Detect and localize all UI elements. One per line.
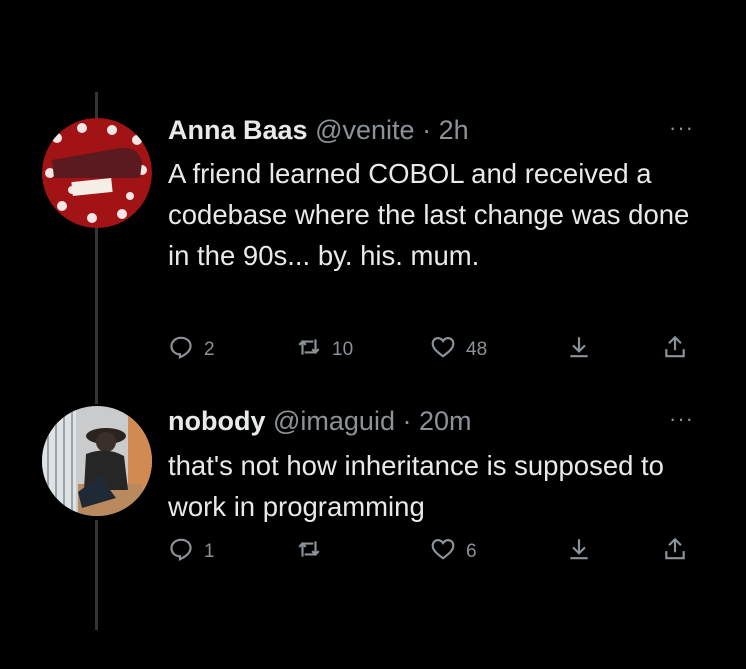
tweet-header: nobody @imaguid · 20m <box>168 404 472 438</box>
download-button[interactable] <box>566 330 592 370</box>
like-count: 48 <box>466 339 488 360</box>
timestamp[interactable]: 2h <box>439 115 469 145</box>
separator: · <box>402 406 412 436</box>
thread-line-bottom <box>95 520 98 630</box>
reply-icon <box>168 536 194 568</box>
download-button[interactable] <box>566 532 592 572</box>
retweet-icon <box>296 536 322 568</box>
share-icon <box>662 334 688 366</box>
more-options-icon[interactable]: ··· <box>669 406 694 432</box>
tweet-text: A friend learned COBOL and received a co… <box>168 158 690 271</box>
download-icon <box>566 536 592 568</box>
like-count: 6 <box>466 541 477 562</box>
download-icon <box>566 334 592 366</box>
like-button[interactable]: 48 <box>430 330 487 370</box>
thread-line-middle <box>95 224 98 404</box>
display-name[interactable]: nobody <box>168 406 265 436</box>
retweet-count: 10 <box>332 339 354 360</box>
retweet-button[interactable]: 10 <box>296 330 353 370</box>
like-icon <box>430 334 456 366</box>
tweet-actions: 1 6 <box>168 532 708 572</box>
tweet-actions: 2 10 48 <box>168 330 708 370</box>
user-handle[interactable]: @venite <box>315 115 414 145</box>
user-handle[interactable]: @imaguid <box>273 406 395 436</box>
reply-count: 2 <box>204 339 215 360</box>
retweet-icon <box>296 334 322 366</box>
tweet-header: Anna Baas @venite · 2h <box>168 113 469 147</box>
share-button[interactable] <box>662 532 688 572</box>
reply-count: 1 <box>204 541 215 562</box>
reply-icon <box>168 334 194 366</box>
separator: · <box>422 115 432 145</box>
timestamp[interactable]: 20m <box>419 406 472 436</box>
avatar[interactable] <box>42 406 152 516</box>
like-button[interactable]: 6 <box>430 532 477 572</box>
like-icon <box>430 536 456 568</box>
reply-button[interactable]: 1 <box>168 532 215 572</box>
more-options-icon[interactable]: ··· <box>669 115 694 141</box>
display-name[interactable]: Anna Baas <box>168 115 308 145</box>
share-icon <box>662 536 688 568</box>
tweet-text: that's not how inheritance is supposed t… <box>168 450 664 522</box>
retweet-button[interactable] <box>296 532 332 572</box>
share-button[interactable] <box>662 330 688 370</box>
avatar[interactable] <box>42 118 152 228</box>
reply-button[interactable]: 2 <box>168 330 215 370</box>
